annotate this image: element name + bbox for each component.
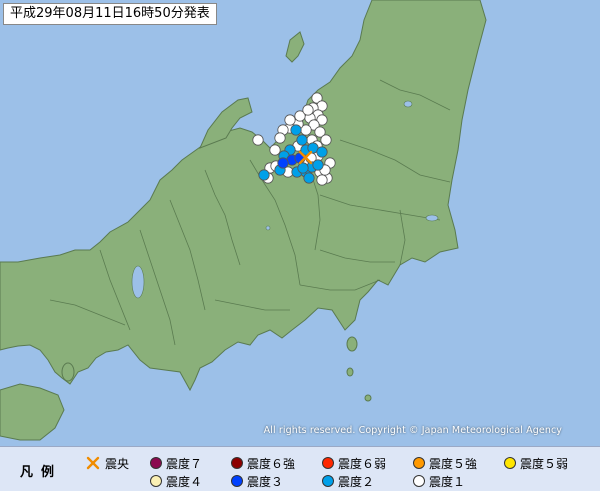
intensity-dot-icon [413,457,425,469]
intensity-2-station [316,146,328,158]
lake-kasumigaura [425,214,439,222]
copyright-notice: All rights reserved. Copyright © Japan M… [263,425,562,436]
legend-label: 震度２ [338,474,375,489]
legend-item-intensity-6+: 震度６強 [231,455,295,471]
intensity-2-station [258,169,270,181]
intensity-1-station [320,134,332,146]
legend-label: 震央 [105,456,130,471]
intensity-1-station [269,144,281,156]
earthquake-map [0,0,600,490]
intensity-dot-icon [150,457,162,469]
legend-item-epicenter: 震央 [86,455,129,471]
lake-inawashiro [403,100,413,108]
intensity-dot-icon [150,475,162,487]
legend-item-intensity-3: 震度３ [231,473,283,489]
intensity-2-station [296,134,308,146]
intensity-1-station [252,134,264,146]
legend-item-intensity-2: 震度２ [322,473,374,489]
legend-item-intensity-7: 震度７ [150,455,202,471]
legend-label: 震度６強 [247,456,296,471]
lake-suwa [265,225,271,231]
lake-biwa [131,265,145,299]
intensity-dot-icon [322,475,334,487]
intensity-1-station [316,174,328,186]
intensity-dot-icon [322,457,334,469]
intensity-1-station [284,114,296,126]
intensity-2-station [312,159,324,171]
legend-label: 震度４ [166,474,203,489]
intensity-2-station [303,172,315,184]
legend-label: 震度５強 [429,456,478,471]
legend-label: 震度１ [429,474,466,489]
intensity-1-station [274,132,286,144]
legend-item-intensity-1: 震度１ [413,473,465,489]
intensity-dot-icon [504,457,516,469]
intensity-dot-icon [231,457,243,469]
izu-island-2 [346,367,354,377]
intensity-2-station [290,124,302,136]
legend-label: 震度３ [247,474,284,489]
report-time-title: 平成29年08月11日16時50分発表 [3,3,217,25]
legend-item-intensity-5+: 震度５強 [413,455,477,471]
intensity-dot-icon [413,475,425,487]
intensity-1-station [302,104,314,116]
legend-title: 凡例 [20,465,63,480]
legend-label: 震度７ [166,456,203,471]
izu-island-3 [364,394,372,402]
intensity-2-station [297,162,309,174]
intensity-3-station [277,157,289,169]
legend-item-intensity-6-: 震度６弱 [322,455,386,471]
intensity-dot-icon [231,475,243,487]
izu-island-1 [346,336,358,352]
legend-item-intensity-4: 震度４ [150,473,202,489]
awaji-island [61,362,75,382]
epicenter-icon [86,456,100,470]
legend-label: 震度６弱 [338,456,387,471]
legend-item-intensity-5-: 震度５弱 [504,455,568,471]
legend-label: 震度５弱 [520,456,569,471]
legend-panel: 凡例 震央 震度７ 震度６強 震度６弱 震度５強 震度５弱震度４ 震度３ 震度２ 震度１ [0,446,600,491]
